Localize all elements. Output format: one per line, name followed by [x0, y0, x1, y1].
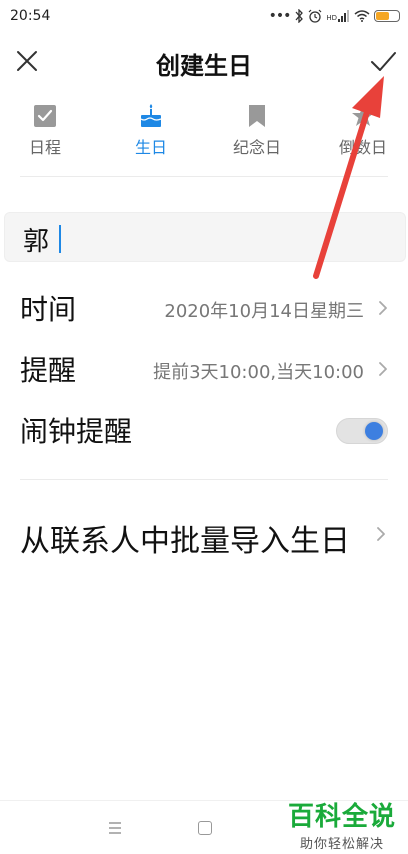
star-icon: [352, 105, 374, 126]
confirm-button[interactable]: [368, 46, 398, 76]
tab-anniversary[interactable]: 纪念日: [212, 100, 302, 160]
alarm-toggle[interactable]: [336, 418, 388, 444]
watermark-title: 百科全说: [287, 802, 396, 832]
chevron-right-icon: [379, 362, 387, 376]
name-input-field[interactable]: 郭: [4, 212, 406, 262]
chevron-right-icon: [379, 301, 387, 315]
page-title: 创建生日: [156, 52, 252, 80]
chevron-right-icon: [377, 527, 385, 541]
watermark-logo: 百科全说 助你轻松解决: [284, 796, 400, 852]
cake-icon: [140, 104, 162, 127]
tab-birthday[interactable]: 生日: [106, 100, 196, 160]
bluetooth-icon: [295, 9, 304, 23]
time-value: 2020年10月14日星期三: [164, 301, 364, 322]
divider: [20, 176, 388, 177]
reminder-row[interactable]: 提醒 提前3天10:00,当天10:00: [0, 341, 408, 397]
time-row[interactable]: 时间 2020年10月14日星期三: [0, 280, 408, 336]
text-caret: [59, 225, 61, 253]
battery-icon: [374, 10, 400, 22]
watermark-subtitle: 助你轻松解决: [299, 837, 384, 852]
tab-schedule[interactable]: 日程: [0, 100, 90, 160]
name-input-value: 郭: [23, 227, 50, 257]
divider: [20, 479, 388, 480]
status-bar: 20:54 ••• HD: [0, 0, 408, 34]
import-contacts-label: 从联系人中批量导入生日: [20, 524, 350, 559]
time-label: 时间: [20, 293, 77, 326]
alarm-label: 闹钟提醒: [20, 415, 133, 448]
alarm-clock-icon: [308, 9, 322, 23]
status-time: 20:54: [10, 8, 51, 24]
tab-label: 倒数日: [338, 138, 387, 157]
header: 创建生日: [0, 36, 408, 86]
import-contacts-row[interactable]: 从联系人中批量导入生日: [0, 508, 408, 564]
status-icons: ••• HD: [269, 8, 400, 24]
more-dots-icon: •••: [268, 8, 292, 24]
alarm-row: 闹钟提醒: [0, 402, 408, 458]
tab-label: 日程: [28, 138, 61, 157]
reminder-label: 提醒: [20, 354, 77, 387]
check-icon: [371, 52, 396, 71]
tab-label: 生日: [134, 138, 167, 157]
battery-fill: [376, 12, 390, 20]
tab-label: 纪念日: [232, 138, 281, 157]
calendar-check-icon: [34, 105, 56, 127]
event-type-tabs: 日程 生日 纪念日 倒数日: [0, 100, 408, 160]
home-button[interactable]: [198, 821, 212, 835]
tab-countdown[interactable]: 倒数日: [318, 100, 408, 160]
menu-icon[interactable]: [108, 821, 122, 835]
bookmark-icon: [249, 105, 265, 127]
toggle-knob: [365, 422, 383, 440]
reminder-value: 提前3天10:00,当天10:00: [153, 362, 364, 383]
signal-hd-icon: HD: [326, 10, 350, 22]
wifi-icon: [354, 10, 370, 22]
